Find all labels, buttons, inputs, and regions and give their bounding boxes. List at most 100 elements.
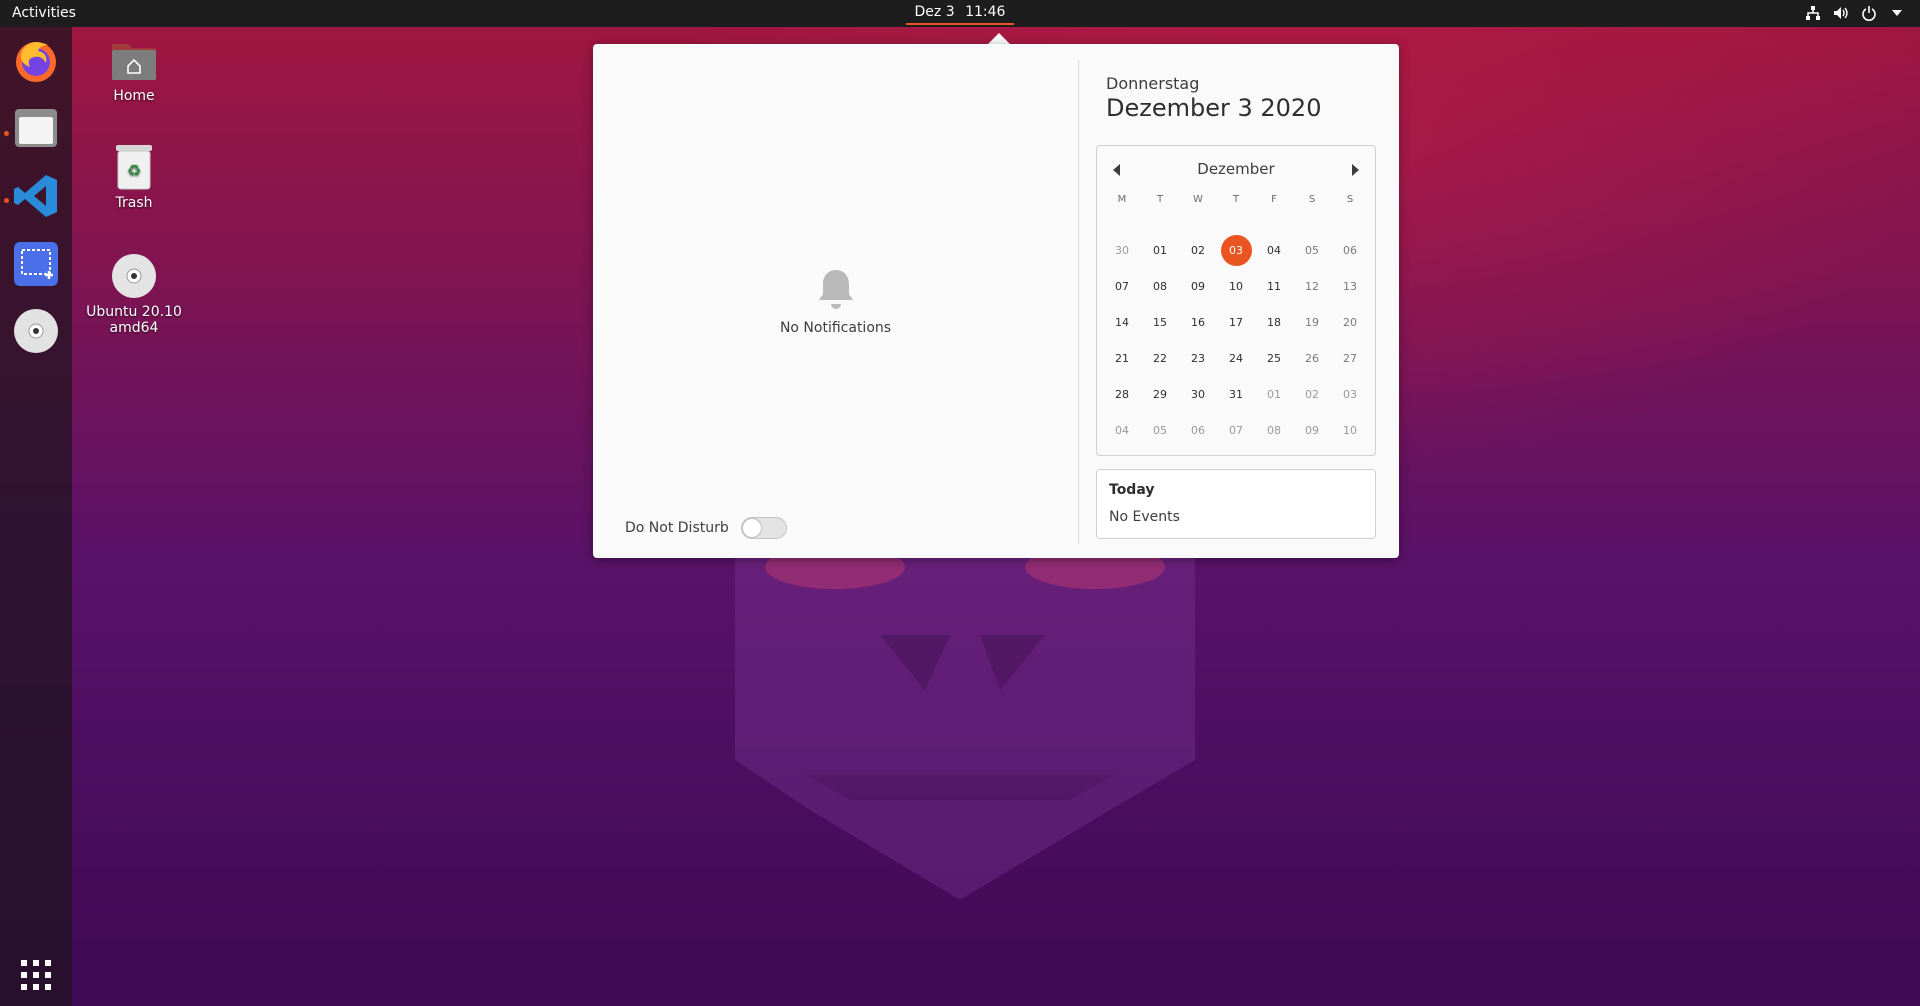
optical-disc-icon <box>108 252 160 300</box>
calendar-day[interactable]: 05 <box>1141 412 1179 448</box>
day-of-week-label: M <box>1117 194 1127 205</box>
system-tray[interactable] <box>1804 4 1906 22</box>
network-icon[interactable] <box>1804 4 1822 22</box>
calendar-day[interactable]: 15 <box>1141 304 1179 340</box>
top-bar: Activities Dez 3 11:46 <box>0 0 1920 27</box>
calendar-day[interactable]: 07 <box>1217 412 1255 448</box>
calendar-week-row: 07 08 09 10 11 12 13 <box>1103 268 1369 304</box>
calendar-day[interactable]: 01 <box>1141 232 1179 268</box>
calendar-day-number: 05 <box>1153 423 1167 437</box>
calendar-day[interactable]: 29 <box>1141 376 1179 412</box>
clock-area: Dez 3 11:46 <box>0 4 1920 25</box>
calendar-day-number: 17 <box>1229 315 1243 329</box>
calendar-day[interactable]: 13 <box>1331 268 1369 304</box>
screenshot-icon <box>14 242 58 286</box>
calendar-day[interactable]: 28 <box>1103 376 1141 412</box>
calendar-day[interactable]: 31 <box>1217 376 1255 412</box>
firefox-icon <box>16 42 56 82</box>
desktop-disc[interactable]: Ubuntu 20.10 amd64 <box>79 252 189 336</box>
running-indicator <box>4 198 9 203</box>
calendar-day[interactable]: 01 <box>1255 376 1293 412</box>
calendar-day-number: 01 <box>1153 243 1167 257</box>
calendar-day[interactable]: 05 <box>1293 232 1331 268</box>
screenshot-launcher[interactable] <box>10 238 62 290</box>
firefox-launcher[interactable] <box>10 35 62 87</box>
calendar-week-row: 30 01 02 03 04 05 06 <box>1103 232 1369 268</box>
calendar-day[interactable]: 16 <box>1179 304 1217 340</box>
calendar-day-number: 21 <box>1115 351 1129 365</box>
calendar-day-number: 29 <box>1153 387 1167 401</box>
calendar-day-number: 09 <box>1191 279 1205 293</box>
calendar-day[interactable]: 04 <box>1255 232 1293 268</box>
calendar-day-today[interactable]: 03 <box>1217 232 1255 268</box>
calendar-day[interactable]: 04 <box>1103 412 1141 448</box>
calendar-day-number: 14 <box>1115 315 1129 329</box>
calendar-day-number: 07 <box>1229 423 1243 437</box>
calendar-day[interactable]: 23 <box>1179 340 1217 376</box>
current-full-date[interactable]: Dezember 3 2020 <box>1106 94 1321 122</box>
calendar-day[interactable]: 24 <box>1217 340 1255 376</box>
files-icon <box>15 109 57 147</box>
calendar-day[interactable]: 10 <box>1217 268 1255 304</box>
do-not-disturb-switch[interactable] <box>740 517 787 539</box>
power-icon[interactable] <box>1860 4 1878 22</box>
desktop-trash-label: Trash <box>115 195 153 211</box>
calendar-day-number: 15 <box>1153 315 1167 329</box>
calendar-day[interactable]: 17 <box>1217 304 1255 340</box>
day-of-week-header: MTWTFSS <box>1103 194 1369 205</box>
calendar-day[interactable]: 06 <box>1179 412 1217 448</box>
disc-launcher[interactable] <box>10 305 62 357</box>
calendar-day[interactable]: 14 <box>1103 304 1141 340</box>
calendar-day[interactable]: 18 <box>1255 304 1293 340</box>
events-section[interactable]: Today No Events <box>1096 469 1376 539</box>
calendar-day[interactable]: 06 <box>1331 232 1369 268</box>
desktop-trash[interactable]: ♻ Trash <box>79 143 189 211</box>
calendar-day-number: 06 <box>1343 243 1357 257</box>
calendar-day[interactable]: 21 <box>1103 340 1141 376</box>
svg-text:♻: ♻ <box>127 161 141 180</box>
clock-button[interactable]: Dez 3 11:46 <box>905 4 1015 25</box>
calendar-day-number: 24 <box>1229 351 1243 365</box>
calendar-day[interactable]: 02 <box>1179 232 1217 268</box>
calendar-week-row: 28 29 30 31 01 02 03 <box>1103 376 1369 412</box>
calendar-day-number: 12 <box>1305 279 1319 293</box>
calendar-day[interactable]: 25 <box>1255 340 1293 376</box>
running-indicator <box>4 131 9 136</box>
calendar-day[interactable]: 10 <box>1331 412 1369 448</box>
calendar-day[interactable]: 09 <box>1293 412 1331 448</box>
calendar-day[interactable]: 12 <box>1293 268 1331 304</box>
calendar-day-number: 01 <box>1267 387 1281 401</box>
volume-icon[interactable] <box>1832 4 1850 22</box>
calendar-day[interactable]: 03 <box>1331 376 1369 412</box>
calendar-day-number: 03 <box>1220 234 1252 266</box>
vscode-launcher[interactable] <box>10 170 62 222</box>
calendar-day[interactable]: 27 <box>1331 340 1369 376</box>
calendar-day[interactable]: 20 <box>1331 304 1369 340</box>
chevron-down-icon[interactable] <box>1888 4 1906 22</box>
show-apps-button[interactable] <box>10 949 62 1001</box>
calendar-day[interactable]: 08 <box>1141 268 1179 304</box>
day-of-week-label: S <box>1346 194 1354 205</box>
next-month-button[interactable] <box>1345 160 1365 180</box>
desktop-home[interactable]: Home <box>79 36 189 104</box>
files-launcher[interactable] <box>10 102 62 154</box>
calendar-day[interactable]: 22 <box>1141 340 1179 376</box>
calendar-day-number: 04 <box>1115 423 1129 437</box>
calendar-day[interactable]: 26 <box>1293 340 1331 376</box>
optical-disc-icon <box>14 309 58 353</box>
calendar-day-number: 13 <box>1343 279 1357 293</box>
current-weekday[interactable]: Donnerstag <box>1106 74 1199 93</box>
calendar-day[interactable]: 09 <box>1179 268 1217 304</box>
home-folder-icon <box>108 36 160 84</box>
calendar-day[interactable]: 07 <box>1103 268 1141 304</box>
calendar-widget: Dezember M T W T F S S 30 01 02 03 04 05 06 07 08 09 10 1… <box>1096 145 1376 456</box>
calendar-day[interactable]: 02 <box>1293 376 1331 412</box>
clock-date: Dez 3 <box>914 4 955 20</box>
calendar-day[interactable]: 30 <box>1179 376 1217 412</box>
calendar-day[interactable]: 19 <box>1293 304 1331 340</box>
calendar-day[interactable]: 30 <box>1103 232 1141 268</box>
calendar-day-number: 28 <box>1115 387 1129 401</box>
calendar-day[interactable]: 11 <box>1255 268 1293 304</box>
dock <box>0 27 72 1006</box>
calendar-day[interactable]: 08 <box>1255 412 1293 448</box>
